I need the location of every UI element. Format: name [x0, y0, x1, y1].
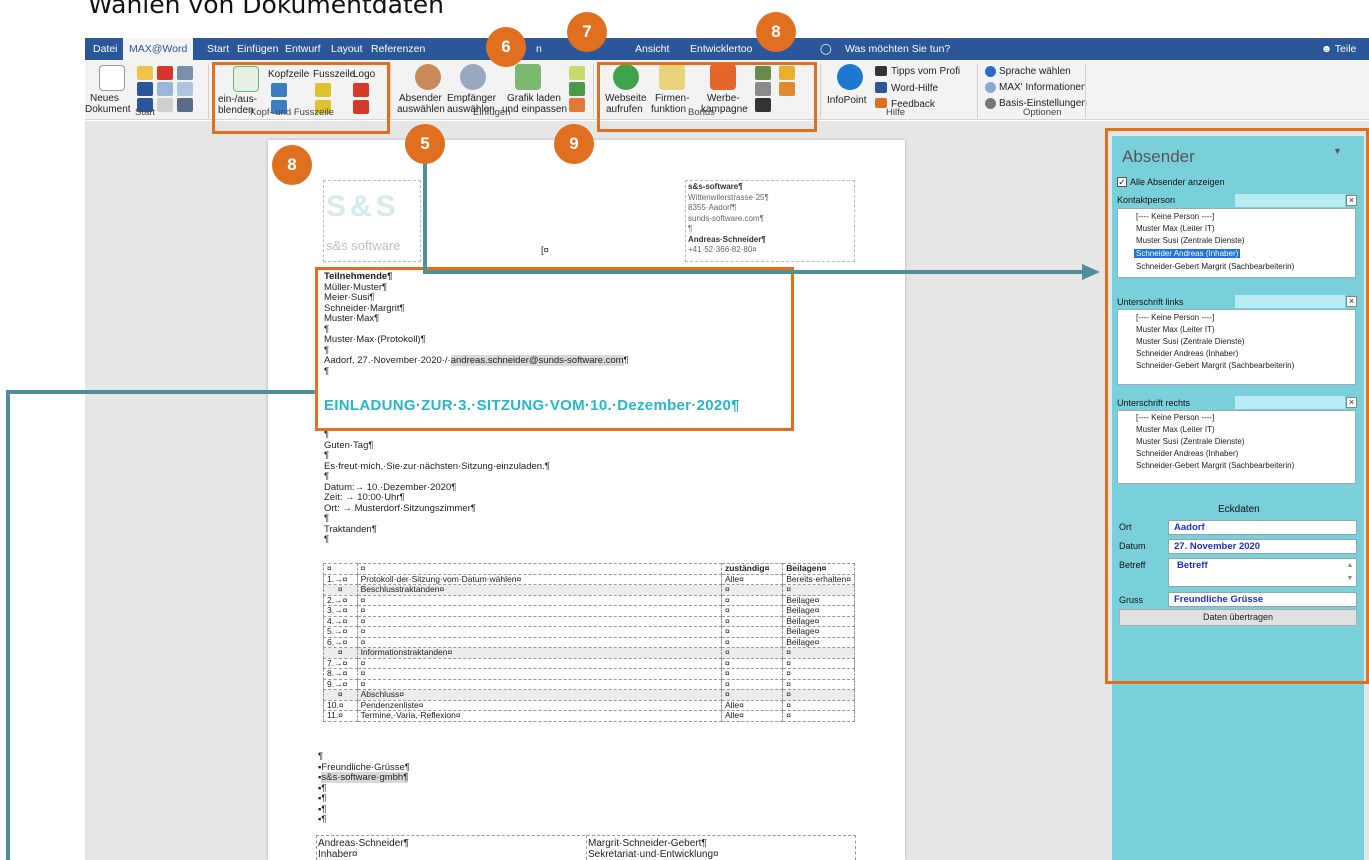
arrow-absender-line — [423, 153, 1085, 274]
callout-arrows — [6, 153, 1100, 860]
callout-badge: 9 — [554, 124, 594, 164]
callout-badge: 6 — [486, 27, 526, 67]
callout-badge: 5 — [405, 124, 445, 164]
arrow-teilnehmende-line — [6, 390, 315, 860]
callout-badge: 8 — [272, 145, 312, 185]
callout-badge: 7 — [567, 12, 607, 52]
arrow-head — [1082, 264, 1100, 280]
callout-badge: 8 — [756, 12, 796, 52]
